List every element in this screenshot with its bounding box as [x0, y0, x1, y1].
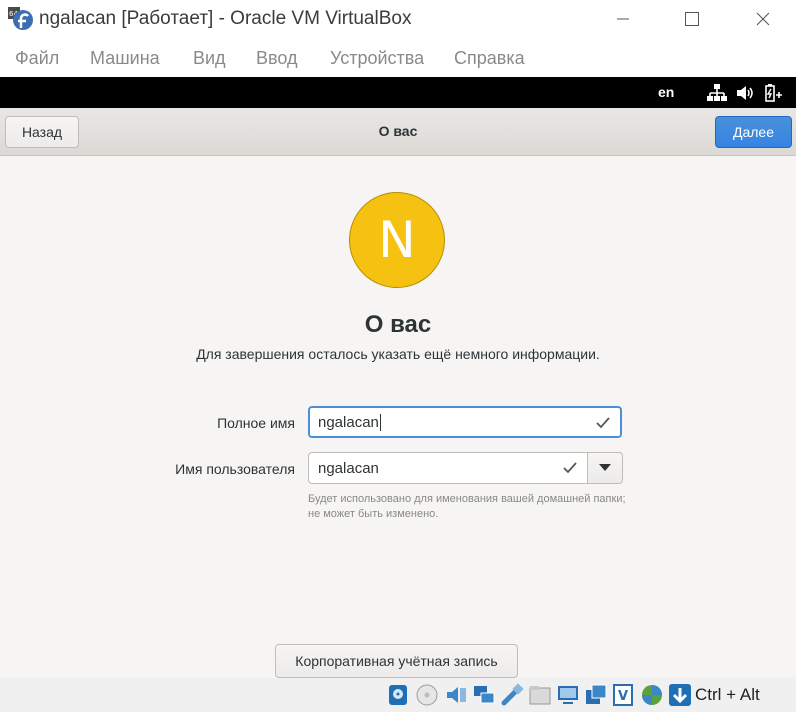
vm-statusbar: V Ctrl + Alt: [0, 678, 796, 712]
menu-devices[interactable]: Устройства: [330, 48, 424, 69]
setup-headerbar: Назад О вас Далее: [0, 108, 796, 156]
maximize-button[interactable]: [669, 0, 715, 38]
host-key-label: Ctrl + Alt: [695, 685, 760, 704]
virtualization-icon[interactable]: V: [612, 683, 636, 707]
page-subtitle: Для завершения осталось указать ещё немн…: [196, 346, 600, 362]
username-label: Имя пользователя: [175, 461, 295, 477]
menu-help[interactable]: Справка: [454, 48, 525, 69]
close-button[interactable]: [740, 0, 786, 38]
page-title: О вас: [364, 311, 432, 338]
about-you-page: N О вас Для завершения осталось указать …: [0, 156, 796, 678]
recording-icon[interactable]: [584, 683, 608, 707]
guest-topbar: en: [0, 77, 796, 108]
menubar: Файл Машина Вид Ввод Устройства Справка: [0, 44, 796, 74]
network-adapter-icon[interactable]: [472, 683, 496, 707]
keyboard-layout-indicator[interactable]: en: [658, 84, 674, 100]
display-icon[interactable]: [556, 683, 580, 707]
chevron-down-icon: [599, 464, 611, 471]
menu-machine[interactable]: Машина: [90, 48, 160, 69]
menu-input[interactable]: Ввод: [256, 48, 297, 69]
volume-icon[interactable]: [735, 83, 755, 103]
virtualbox-fedora-icon: 64: [8, 7, 33, 30]
menu-view[interactable]: Вид: [193, 48, 226, 69]
username-value: ngalacan: [318, 459, 379, 477]
guest-additions-icon[interactable]: [640, 683, 664, 707]
username-hint: Будет использовано для именования вашей …: [308, 493, 626, 520]
full-name-field[interactable]: ngalacan: [308, 406, 622, 438]
network-icon[interactable]: [707, 83, 727, 103]
next-button[interactable]: Далее: [715, 116, 792, 148]
audio-icon[interactable]: [444, 683, 468, 707]
full-name-label: Полное имя: [217, 415, 295, 431]
minimize-icon: [617, 18, 629, 20]
header-title: О вас: [378, 123, 418, 139]
enterprise-login-button[interactable]: Корпоративная учётная запись: [275, 644, 518, 678]
username-dropdown-button[interactable]: [588, 452, 623, 484]
checkmark-icon: [563, 462, 577, 474]
usb-icon[interactable]: [500, 683, 524, 707]
svg-text:V: V: [618, 689, 628, 704]
text-cursor: [379, 413, 381, 431]
optical-drive-icon[interactable]: [415, 683, 439, 707]
window-title: ngalacan [Работает] - Oracle VM VirtualB…: [39, 8, 412, 29]
hard-disk-icon[interactable]: [386, 683, 410, 707]
shared-folders-icon[interactable]: [528, 683, 552, 707]
checkmark-icon: [596, 417, 610, 429]
full-name-value: ngalacan: [318, 413, 379, 431]
menu-file[interactable]: Файл: [15, 48, 59, 69]
close-icon: [756, 12, 770, 26]
window-titlebar[interactable]: 64 ngalacan [Работает] - Oracle VM Virtu…: [0, 0, 796, 38]
minimize-button[interactable]: [600, 0, 646, 38]
username-field[interactable]: ngalacan: [308, 452, 588, 484]
avatar[interactable]: N: [349, 192, 445, 288]
battery-icon[interactable]: [763, 83, 783, 103]
mouse-integration-icon[interactable]: [668, 683, 692, 707]
maximize-icon: [685, 12, 699, 26]
